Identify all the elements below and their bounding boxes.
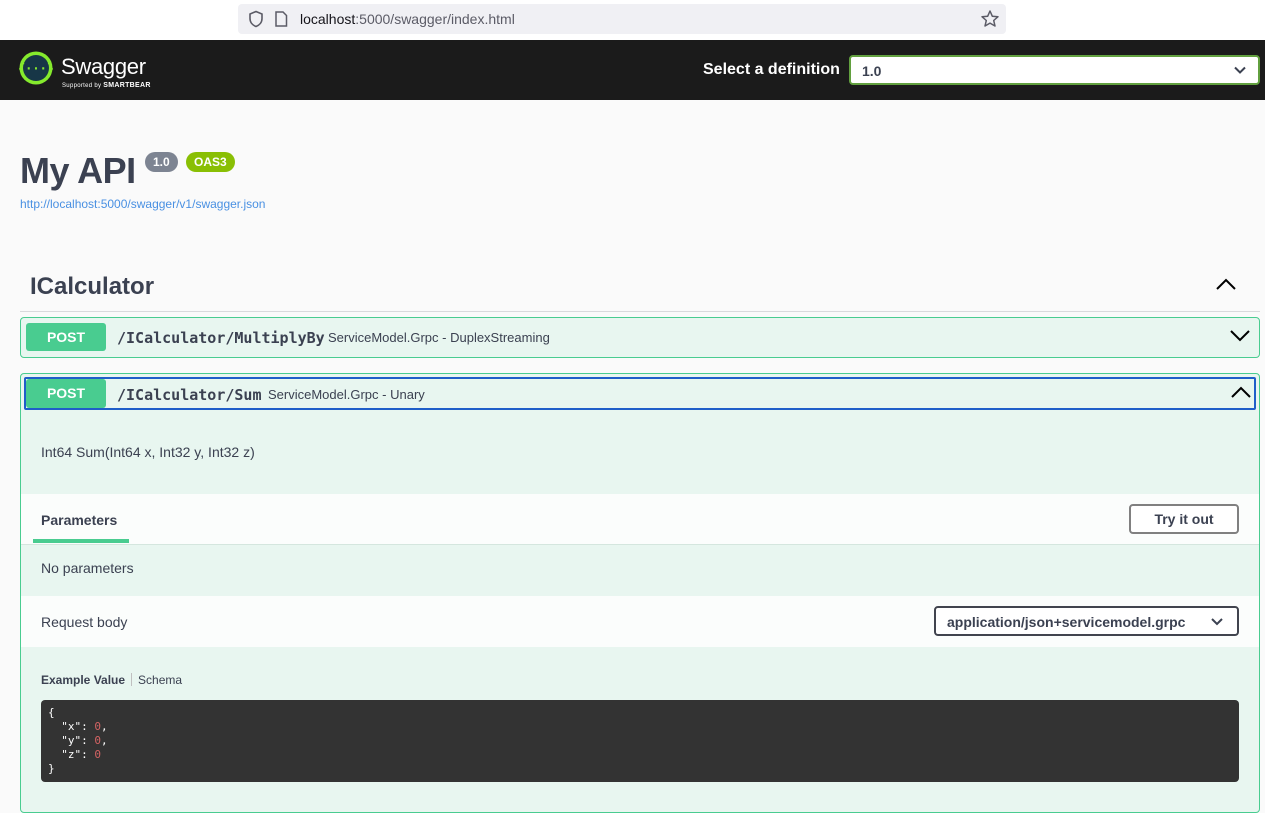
content-type-select[interactable]: application/json+servicemodel.grpc bbox=[934, 606, 1239, 636]
swagger-logo-icon[interactable]: {···} bbox=[19, 51, 53, 85]
browser-toolbar: localhost:5000/swagger/index.html bbox=[0, 0, 1265, 40]
definition-label: Select a definition bbox=[703, 61, 840, 78]
logo-subtext: Supported by SMARTBEAR bbox=[62, 82, 151, 89]
request-body-header: Request body application/json+servicemod… bbox=[21, 596, 1259, 647]
operation-signature: Int64 Sum(Int64 x, Int32 y, Int32 z) bbox=[41, 444, 255, 460]
tab-schema[interactable]: Schema bbox=[138, 673, 182, 687]
request-body-label: Request body bbox=[41, 614, 128, 630]
shield-icon[interactable] bbox=[247, 10, 265, 28]
oas-badge: OAS3 bbox=[186, 152, 235, 172]
version-badge: 1.0 bbox=[145, 152, 178, 172]
url-text[interactable]: localhost:5000/swagger/index.html bbox=[300, 11, 515, 27]
operation-path: /ICalculator/MultiplyBy bbox=[117, 329, 325, 347]
operation-multiplyby: POST /ICalculator/MultiplyBy ServiceMode… bbox=[20, 317, 1260, 358]
example-code-block[interactable]: { "x": 0, "y": 0, "z": 0 } bbox=[41, 700, 1239, 782]
operation-path: /ICalculator/Sum bbox=[117, 386, 262, 404]
tab-divider bbox=[131, 673, 133, 686]
example-tabs: Example Value Schema bbox=[41, 673, 182, 687]
bookmark-star-icon[interactable] bbox=[980, 9, 1000, 29]
parameters-header: Parameters Try it out bbox=[21, 494, 1259, 545]
swagger-topbar: {···} Swagger Supported by SMARTBEAR Sele… bbox=[0, 40, 1265, 100]
api-title: My API bbox=[20, 150, 136, 191]
chevron-down-icon bbox=[1234, 66, 1246, 74]
definition-value: 1.0 bbox=[862, 63, 882, 79]
operation-description: ServiceModel.Grpc - Unary bbox=[268, 387, 425, 402]
operation-summary[interactable]: POST /ICalculator/MultiplyBy ServiceMode… bbox=[21, 318, 1259, 357]
tab-parameters[interactable]: Parameters bbox=[41, 512, 117, 528]
tab-example-value[interactable]: Example Value bbox=[41, 673, 125, 687]
operation-description: ServiceModel.Grpc - DuplexStreaming bbox=[328, 330, 550, 345]
logo-text: Swagger bbox=[61, 54, 146, 79]
chevron-down-icon bbox=[1211, 618, 1223, 626]
method-badge: POST bbox=[26, 379, 106, 408]
chevron-up-icon[interactable] bbox=[1231, 386, 1251, 398]
operation-sum: POST /ICalculator/Sum ServiceModel.Grpc … bbox=[20, 373, 1260, 813]
page-icon bbox=[275, 11, 288, 27]
operation-summary[interactable]: POST /ICalculator/Sum ServiceModel.Grpc … bbox=[24, 377, 1256, 410]
tag-header[interactable]: ICalculator bbox=[20, 262, 1260, 312]
try-it-out-button[interactable]: Try it out bbox=[1129, 504, 1239, 534]
chevron-up-icon[interactable] bbox=[1216, 278, 1236, 290]
chevron-down-icon[interactable] bbox=[1230, 330, 1250, 342]
definition-select[interactable]: 1.0 bbox=[849, 55, 1260, 85]
no-parameters-text: No parameters bbox=[41, 560, 134, 576]
address-bar[interactable]: localhost:5000/swagger/index.html bbox=[238, 4, 1006, 34]
method-badge: POST bbox=[26, 323, 106, 351]
tab-underline bbox=[33, 539, 129, 543]
svg-text:{···}: {···} bbox=[19, 62, 53, 76]
content-type-value: application/json+servicemodel.grpc bbox=[947, 614, 1186, 630]
spec-url-link[interactable]: http://localhost:5000/swagger/v1/swagger… bbox=[20, 197, 265, 211]
tag-name: ICalculator bbox=[30, 273, 155, 300]
